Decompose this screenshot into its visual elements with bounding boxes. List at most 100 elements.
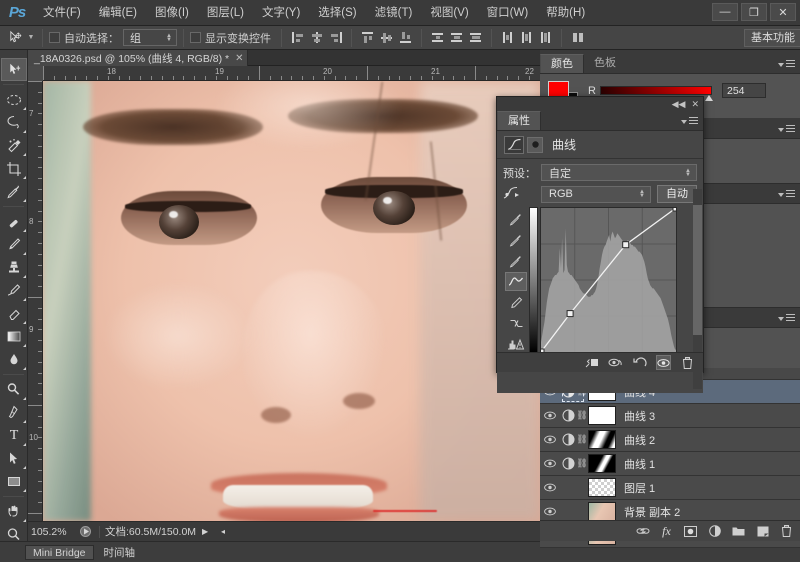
tool-preset-chevron-icon[interactable]: ▼ (26, 34, 36, 41)
tool-crop[interactable] (1, 157, 27, 180)
layer-row[interactable]: 图层 1 (540, 476, 800, 500)
menu-window[interactable]: 窗口(W) (478, 0, 538, 26)
distribute-vertical-centers-icon[interactable] (447, 28, 466, 47)
clip-to-layer-icon[interactable] (584, 355, 599, 370)
tool-dodge[interactable] (1, 378, 27, 401)
color-panel-menu-button[interactable] (778, 60, 795, 69)
tab-swatches[interactable]: 色板 (584, 54, 626, 73)
close-button[interactable]: ✕ (770, 3, 796, 21)
align-right-edges-icon[interactable] (326, 28, 345, 47)
image-canvas[interactable] (43, 81, 540, 521)
sample-white-point-icon[interactable] (505, 251, 527, 270)
preset-dropdown[interactable]: 自定 ▲ ▼ (541, 164, 697, 181)
adjustment-icon[interactable] (560, 433, 576, 446)
show-transform-checkbox[interactable] (190, 32, 201, 43)
auto-align-layers-icon[interactable] (568, 28, 587, 47)
sample-gray-point-icon[interactable] (505, 230, 527, 249)
tool-pen[interactable] (1, 401, 27, 424)
adjustment-icon[interactable] (560, 409, 576, 422)
layer-row[interactable]: ⛓ 曲线 1 (540, 452, 800, 476)
link-icon[interactable]: ⛓ (576, 434, 588, 445)
layer-style-icon[interactable]: fx (659, 524, 674, 539)
eye-icon[interactable] (540, 483, 560, 492)
new-layer-icon[interactable] (755, 524, 770, 539)
menu-image[interactable]: 图像(I) (146, 0, 198, 26)
new-group-icon[interactable] (731, 524, 746, 539)
tool-brush[interactable] (1, 233, 27, 256)
eye-icon[interactable] (540, 411, 560, 420)
tool-quick-selection[interactable] (1, 134, 27, 157)
menu-file[interactable]: 文件(F) (34, 0, 90, 26)
tab-properties[interactable]: 属性 (497, 111, 541, 130)
align-top-edges-icon[interactable] (358, 28, 377, 47)
sample-black-point-icon[interactable] (505, 209, 527, 228)
eye-icon[interactable] (540, 507, 560, 516)
layer-row[interactable]: ⛓ 曲线 3 (540, 404, 800, 428)
toolbox-grip[interactable] (0, 50, 27, 58)
tool-clone-stamp[interactable] (1, 256, 27, 279)
align-vertical-centers-icon[interactable] (377, 28, 396, 47)
tool-eraser[interactable] (1, 302, 27, 325)
menu-layer[interactable]: 图层(L) (198, 0, 253, 26)
status-more-icon[interactable]: ◂ (214, 527, 232, 536)
tool-lasso[interactable] (1, 111, 27, 134)
pencil-draw-icon[interactable] (505, 293, 527, 312)
history-panel-menu-button[interactable] (778, 314, 795, 323)
curve-edit-icon[interactable] (505, 272, 527, 291)
channel-dropdown[interactable]: RGB ▲ ▼ (541, 185, 651, 203)
distribute-bottom-edges-icon[interactable] (466, 28, 485, 47)
curve-graph[interactable] (540, 207, 677, 353)
layer-row[interactable]: ⛓ 曲线 2 (540, 428, 800, 452)
distribute-top-edges-icon[interactable] (428, 28, 447, 47)
auto-select-checkbox[interactable] (49, 32, 60, 43)
link-icon[interactable]: ⛓ (576, 458, 588, 469)
menu-view[interactable]: 视图(V) (421, 0, 477, 26)
delete-layer-icon[interactable] (779, 524, 794, 539)
distribute-horizontal-centers-icon[interactable] (517, 28, 536, 47)
tab-timeline[interactable]: 时间轴 (95, 544, 144, 560)
minimize-button[interactable]: — (712, 3, 738, 21)
auto-select-dropdown[interactable]: 组 ▲ ▼ (123, 29, 177, 46)
tool-path-selection[interactable] (1, 447, 27, 470)
tool-gradient[interactable] (1, 325, 27, 348)
zoom-level-field[interactable]: 105.2% (28, 526, 76, 538)
align-left-edges-icon[interactable] (288, 28, 307, 47)
slider-thumb[interactable] (705, 95, 713, 101)
collapse-icon[interactable]: ◀◀ (672, 99, 686, 110)
close-tab-icon[interactable]: ✕ (235, 53, 243, 64)
properties-panel-menu-button[interactable] (681, 117, 698, 126)
tab-color[interactable]: 颜色 (540, 54, 584, 73)
smooth-curve-icon[interactable] (505, 314, 527, 333)
layer-mask-thumbnail[interactable] (588, 406, 616, 425)
link-icon[interactable]: ⛓ (576, 410, 588, 421)
on-image-adjust-icon[interactable] (503, 186, 541, 203)
align-bottom-edges-icon[interactable] (396, 28, 415, 47)
tool-rectangle[interactable] (1, 470, 27, 493)
tool-move[interactable] (1, 58, 27, 81)
menu-select[interactable]: 选择(S) (309, 0, 365, 26)
tool-blur[interactable] (1, 348, 27, 371)
reset-icon[interactable] (632, 355, 647, 370)
align-horizontal-centers-icon[interactable] (307, 28, 326, 47)
adjustment-icon[interactable] (560, 457, 576, 470)
tool-marquee[interactable] (1, 88, 27, 111)
tool-type[interactable]: T (1, 424, 27, 447)
eye-icon[interactable] (540, 459, 560, 468)
toggle-visibility-icon[interactable] (656, 355, 671, 370)
layer-mask-thumbnail[interactable] (588, 454, 616, 473)
delete-icon[interactable] (680, 355, 695, 370)
layer-mask-thumbnail[interactable] (588, 430, 616, 449)
clip-to-layer-icon[interactable] (527, 136, 543, 153)
zoom-preview-icon[interactable] (76, 526, 94, 537)
document-tab[interactable]: _18A0326.psd @ 105% (曲线 4, RGB/8) * ✕ (28, 50, 249, 66)
menu-edit[interactable]: 编辑(E) (90, 0, 146, 26)
auto-button[interactable]: 自动 (657, 185, 697, 203)
red-slider[interactable] (600, 86, 713, 101)
eye-icon[interactable] (540, 435, 560, 444)
tab-mini-bridge[interactable]: Mini Bridge (25, 544, 94, 560)
tool-hand[interactable] (1, 500, 27, 523)
status-expand-arrow-icon[interactable]: ▶ (196, 527, 214, 536)
tool-eyedropper[interactable] (1, 180, 27, 203)
layer-thumbnail[interactable] (588, 478, 616, 497)
layer-thumbnail[interactable] (588, 502, 616, 521)
